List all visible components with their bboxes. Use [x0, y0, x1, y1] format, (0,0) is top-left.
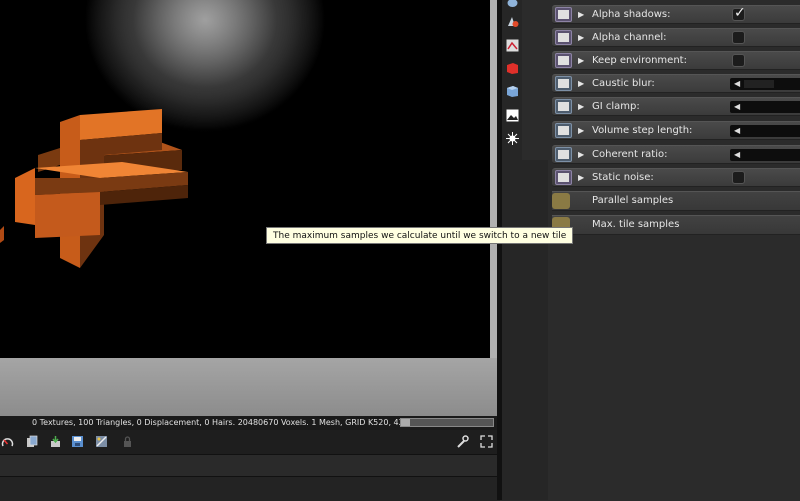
red-cube-icon[interactable] [506, 62, 519, 75]
timeline-bar [0, 454, 500, 477]
gi-clamp-slider[interactable]: ◀ [730, 101, 800, 113]
volume-step-length-slider[interactable]: ◀ [730, 125, 800, 137]
prop-row-static-noise[interactable]: ▶ Static noise: [552, 168, 800, 187]
bool-type-icon [555, 7, 572, 22]
node-icon-strip [502, 0, 522, 160]
status-text: 0 Textures, 100 Triangles, 0 Displacemen… [32, 418, 443, 427]
rendered-scene [0, 109, 188, 268]
prop-row-caustic-blur[interactable]: ▶ Caustic blur: ◀ [552, 74, 800, 93]
save-icon[interactable] [70, 434, 85, 449]
group-max-tile-samples[interactable]: Max. tile samples [552, 215, 800, 235]
image-icon[interactable] [506, 109, 519, 122]
light-icon[interactable] [506, 132, 519, 145]
viewport-panel: 0 Textures, 100 Triangles, 0 Displacemen… [0, 0, 500, 501]
bool-type-icon [555, 53, 572, 68]
graph-panel [502, 160, 548, 500]
prop-label: Caustic blur: [592, 78, 655, 89]
copy-icon[interactable] [25, 434, 40, 449]
checkmark-icon: ✓ [734, 5, 746, 21]
static-noise-checkbox[interactable] [732, 171, 745, 184]
blue-cube-icon[interactable] [506, 85, 519, 98]
wrench-icon[interactable] [455, 434, 470, 449]
paint-icon[interactable] [506, 15, 519, 28]
prop-row-coherent-ratio[interactable]: ▶ Coherent ratio: ◀ [552, 145, 800, 164]
fullscreen-icon[interactable] [479, 434, 494, 449]
expand-arrow-icon[interactable]: ▶ [578, 56, 584, 65]
expand-arrow-icon[interactable]: ▶ [578, 10, 584, 19]
float-type-icon [555, 123, 572, 138]
expand-arrow-icon[interactable]: ▶ [578, 150, 584, 159]
keep-environment-checkbox[interactable] [732, 54, 745, 67]
alpha-channel-checkbox[interactable] [732, 31, 745, 44]
float-type-icon [555, 147, 572, 162]
tooltip: The maximum samples we calculate until w… [266, 227, 574, 244]
viewport-background [0, 358, 500, 416]
render-viewport[interactable] [0, 0, 490, 358]
bottom-bar [0, 476, 500, 501]
prop-row-alpha-channel[interactable]: ▶ Alpha channel: [552, 28, 800, 47]
viewport-toolbar [0, 430, 500, 454]
group-label: Parallel samples [592, 195, 674, 206]
coherent-ratio-slider[interactable]: ◀ [730, 149, 800, 161]
bool-type-icon [555, 30, 572, 45]
prop-row-volume-step-length[interactable]: ▶ Volume step length: ◀ [552, 121, 800, 140]
prop-label: Static noise: [592, 172, 654, 183]
export-icon[interactable] [48, 434, 63, 449]
bool-type-icon [555, 170, 572, 185]
prop-label: GI clamp: [592, 101, 640, 112]
float-type-icon [555, 99, 572, 114]
prop-row-alpha-shadows[interactable]: ▶ Alpha shadows: ✓ [552, 5, 800, 24]
camera-icon[interactable] [94, 434, 109, 449]
expand-arrow-icon[interactable]: ▶ [578, 33, 584, 42]
prop-label: Keep environment: [592, 55, 687, 66]
lock-icon[interactable] [120, 434, 135, 449]
prop-label: Alpha channel: [592, 32, 667, 43]
prop-label: Coherent ratio: [592, 149, 668, 160]
gauge-icon[interactable] [0, 434, 15, 449]
caustic-blur-slider[interactable]: ◀ [730, 78, 800, 90]
group-parallel-samples[interactable]: Parallel samples [552, 191, 800, 211]
expand-arrow-icon[interactable]: ▶ [578, 173, 584, 182]
expand-arrow-icon[interactable]: ▶ [578, 79, 584, 88]
group-tab-icon [552, 193, 570, 209]
prop-label: Volume step length: [592, 125, 693, 136]
prop-label: Alpha shadows: [592, 9, 671, 20]
prop-row-gi-clamp[interactable]: ▶ GI clamp: ◀ [552, 97, 800, 116]
expand-arrow-icon[interactable]: ▶ [578, 126, 584, 135]
properties-panel: ▶ Alpha shadows: ✓ ▶ Alpha channel: ▶ Ke… [548, 0, 800, 500]
group-label: Max. tile samples [592, 219, 680, 230]
render-progress-bar [400, 418, 494, 427]
float-type-icon [555, 76, 572, 91]
texture-icon[interactable] [506, 39, 519, 52]
prop-row-keep-environment[interactable]: ▶ Keep environment: [552, 51, 800, 70]
expand-arrow-icon[interactable]: ▶ [578, 102, 584, 111]
teapot-icon[interactable] [506, 0, 519, 9]
alpha-shadows-checkbox[interactable]: ✓ [732, 5, 746, 21]
